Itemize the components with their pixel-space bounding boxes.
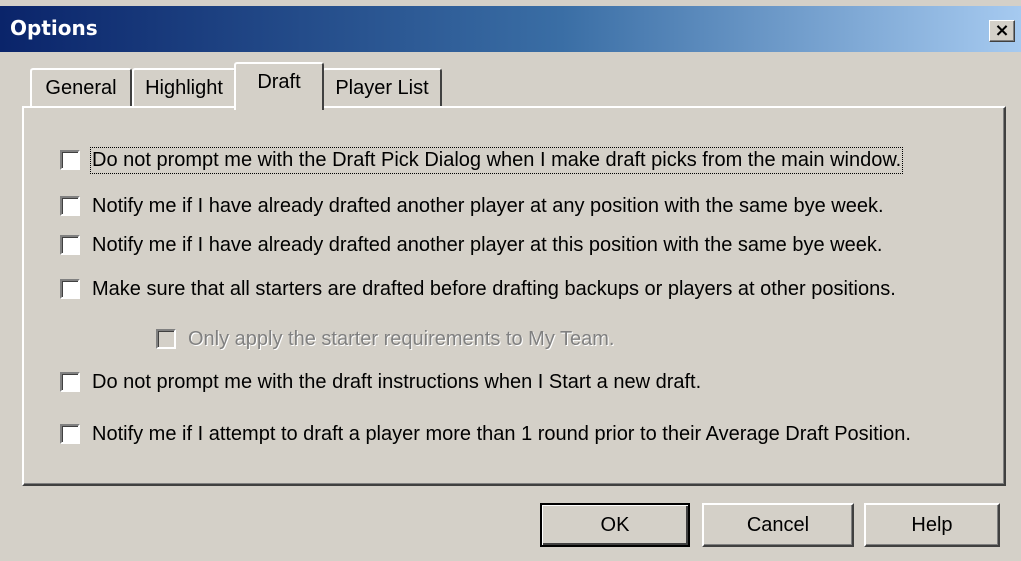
- checkbox: [156, 329, 176, 349]
- close-icon: ×: [994, 20, 1010, 41]
- checkbox[interactable]: [60, 279, 80, 299]
- option-label: Make sure that all starters are drafted …: [92, 277, 896, 300]
- help-button-label: Help: [911, 514, 953, 536]
- checkbox[interactable]: [60, 150, 80, 170]
- tab-highlight[interactable]: Highlight: [132, 68, 236, 108]
- tab-general[interactable]: General: [30, 68, 132, 108]
- option-notify-adp[interactable]: Notify me if I attempt to draft a player…: [60, 422, 911, 446]
- option-label: Notify me if I attempt to draft a player…: [92, 422, 911, 445]
- option-starters-before-backups[interactable]: Make sure that all starters are drafted …: [60, 277, 896, 301]
- option-label: Only apply the starter requirements to M…: [188, 327, 615, 350]
- option-label: Notify me if I have already drafted anot…: [92, 194, 884, 217]
- title-bar[interactable]: Options ×: [0, 6, 1021, 52]
- tab-draft[interactable]: Draft: [234, 62, 324, 110]
- cancel-button-label: Cancel: [746, 514, 810, 536]
- options-dialog: Options × General Highlight Draft Player…: [0, 0, 1021, 561]
- tab-draft-label: Draft: [257, 71, 301, 93]
- help-button[interactable]: Help: [864, 503, 1000, 547]
- tab-highlight-label: Highlight: [145, 77, 223, 99]
- ok-button[interactable]: OK: [540, 503, 690, 547]
- option-label: Do not prompt me with the Draft Pick Dia…: [89, 146, 904, 174]
- tab-player-list-label: Player List: [335, 77, 429, 99]
- close-button[interactable]: ×: [989, 20, 1015, 42]
- option-notify-bye-this-position[interactable]: Notify me if I have already drafted anot…: [60, 233, 882, 257]
- ok-button-label: OK: [600, 514, 630, 536]
- checkbox[interactable]: [60, 424, 80, 444]
- option-notify-bye-any-position[interactable]: Notify me if I have already drafted anot…: [60, 194, 884, 218]
- option-label: Do not prompt me with the draft instruct…: [92, 370, 702, 393]
- checkbox[interactable]: [60, 372, 80, 392]
- option-label: Notify me if I have already drafted anot…: [92, 233, 883, 256]
- window-title: Options: [10, 16, 98, 40]
- tab-general-label: General: [45, 77, 117, 99]
- option-starter-requirements-my-team: Only apply the starter requirements to M…: [156, 327, 614, 351]
- option-no-draft-pick-dialog[interactable]: Do not prompt me with the Draft Pick Dia…: [60, 146, 904, 174]
- option-no-draft-instructions[interactable]: Do not prompt me with the draft instruct…: [60, 370, 701, 394]
- checkbox[interactable]: [60, 235, 80, 255]
- checkbox[interactable]: [60, 196, 80, 216]
- cancel-button[interactable]: Cancel: [702, 503, 854, 547]
- tab-player-list[interactable]: Player List: [322, 68, 442, 108]
